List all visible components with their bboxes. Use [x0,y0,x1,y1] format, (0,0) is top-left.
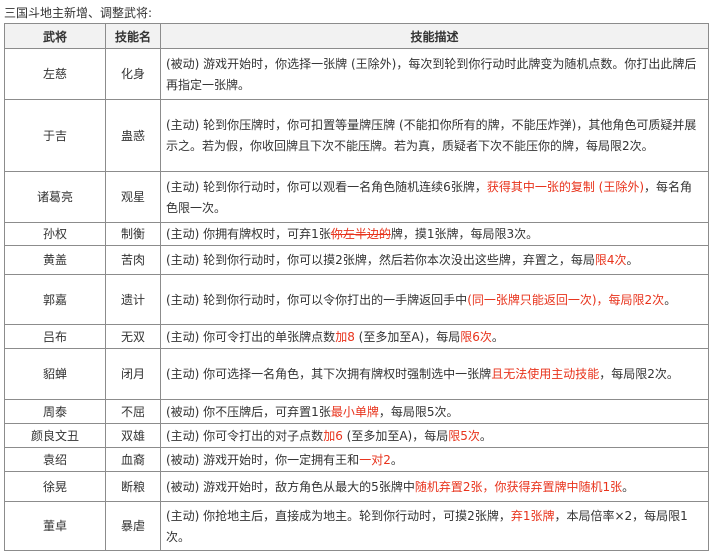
skill-description: (主动) 你可令打出的单张牌点数加8 (至多加至A)，每局限6次。 [160,324,709,349]
skill-description: (主动) 轮到你行动时，你可以观看一名角色随机连续6张牌，获得其中一张的复制 (… [160,171,709,223]
description-text: 。 [491,329,504,344]
skill-name: 化身 [105,48,161,100]
general-name: 董卓 [4,501,106,551]
skill-name: 无双 [105,324,161,349]
description-text: (被动) 你不压牌后，可弃置1张 [166,404,331,419]
general-name: 于吉 [4,99,106,172]
description-text: (主动) 你可令打出的单张牌点数 [166,329,336,344]
skill-description: (被动) 游戏开始时，敌方角色从最大的5张牌中随机弃置2张，你获得弃置牌中随机1… [160,471,709,502]
skill-description: (主动) 轮到你压牌时，你可扣置等量牌压牌 (不能扣你所有的牌，不能压炸弹)，其… [160,99,709,172]
table-header-row: 武将 技能名 技能描述 [4,23,709,49]
description-text: ，每局限2次。 [599,367,679,381]
description-text: 牌，摸1张牌，每局限3次。 [390,227,539,241]
highlighted-text: 获得其中一张的复制 (王除外) [486,179,645,194]
page-heading: 三国斗地主新增、调整武将: [4,6,153,20]
description-text: (主动) 你拥有牌权时，可弃1张 [166,227,331,241]
description-text: ，每局限5次。 [378,404,459,419]
table-row: 郭嘉 遗计 (主动) 轮到你行动时，你可以令你打出的一手牌返回手中(同一张牌只能返回… [4,274,709,325]
highlighted-text: (同一张牌只能返回一次)，每局限2次 [467,292,665,307]
description-text: (主动) 轮到你行动时，你可以摸2张牌，然后若你本次没出这些牌，弃置之，每局 [166,253,595,267]
general-name: 袁绍 [4,447,106,472]
column-header-description: 技能描述 [160,23,709,49]
general-name: 孙权 [4,222,106,246]
skill-description: (被动) 你不压牌后，可弃置1张最小单牌，每局限5次。 [160,399,709,424]
description-text: (主动) 轮到你行动时，你可以令你打出的一手牌返回手中 [166,292,468,307]
table-row: 左慈 化身 (被动) 游戏开始时，你选择一张牌 (王除外)，每次到轮到你行动时此牌变… [4,48,709,100]
skill-name: 闭月 [105,348,161,400]
description-text: 。 [479,428,492,443]
description-text: 。 [622,479,635,494]
highlighted-text: 你左半边的 [330,227,391,241]
skill-description: (主动) 你抢地主后，直接成为地主。轮到你行动时，可摸2张牌，弃1张牌，本局倍率… [160,501,709,551]
table-row: 徐晃 断粮 (被动) 游戏开始时，敌方角色从最大的5张牌中随机弃置2张，你获得弃置牌… [4,471,709,502]
skill-name: 暴虐 [105,501,161,551]
highlighted-text: 加6 [323,428,343,443]
highlighted-text: 限4次 [594,253,627,267]
description-text: (主动) 你抢地主后，直接成为地主。轮到你行动时，可摸2张牌， [166,508,511,523]
table-row: 周泰 不屈 (被动) 你不压牌后，可弃置1张最小单牌，每局限5次。 [4,399,709,424]
highlighted-text: 最小单牌 [330,404,379,419]
description-text: (主动) 轮到你压牌时，你可扣置等量牌压牌 (不能扣你所有的牌，不能压炸弹)，其… [166,118,697,153]
table-row: 于吉 蛊惑 (主动) 轮到你压牌时，你可扣置等量牌压牌 (不能扣你所有的牌，不能压炸… [4,99,709,172]
table-row: 董卓 暴虐 (主动) 你抢地主后，直接成为地主。轮到你行动时，可摸2张牌，弃1张牌，… [4,501,709,551]
generals-skill-table: 武将 技能名 技能描述 左慈 化身 (被动) 游戏开始时，你选择一张牌 (王除外)，… [4,23,709,551]
general-name: 周泰 [4,399,106,424]
column-header-skill: 技能名 [105,23,161,49]
skill-description: (主动) 轮到你行动时，你可以令你打出的一手牌返回手中(同一张牌只能返回一次)，… [160,274,709,325]
general-name: 左慈 [4,48,106,100]
description-text: (主动) 你可令打出的对子点数 [166,428,324,443]
general-name: 颜良文丑 [4,423,106,448]
skill-name: 血裔 [105,447,161,472]
highlighted-text: 且无法使用主动技能 [491,367,600,381]
table-row: 貂蝉 闭月 (主动) 你可选择一名角色，其下次拥有牌权时强制选中一张牌且无法使用主动… [4,348,709,400]
description-text: (至多加至A)，每局 [342,428,449,443]
skill-name: 不屈 [105,399,161,424]
skill-description: (被动) 游戏开始时，你一定拥有王和一对2。 [160,447,709,472]
highlighted-text: 加8 [335,329,355,344]
table-row: 诸葛亮 观星 (主动) 轮到你行动时，你可以观看一名角色随机连续6张牌，获得其中一张… [4,171,709,223]
skill-description: (主动) 你拥有牌权时，可弃1张你左半边的牌，摸1张牌，每局限3次。 [160,222,709,246]
general-name: 貂蝉 [4,348,106,400]
general-name: 黄盖 [4,245,106,275]
description-text: 。 [390,452,403,467]
skill-description: (主动) 你可令打出的对子点数加6 (至多加至A)，每局限5次。 [160,423,709,448]
skill-name: 观星 [105,171,161,223]
description-text: (至多加至A)，每局 [354,329,461,344]
skill-name: 蛊惑 [105,99,161,172]
skill-name: 苦肉 [105,245,161,275]
skill-name: 双雄 [105,423,161,448]
description-text: (主动) 你可选择一名角色，其下次拥有牌权时强制选中一张牌 [166,367,492,381]
description-text: (被动) 游戏开始时，你一定拥有王和 [166,452,360,467]
skill-description: (被动) 游戏开始时，你选择一张牌 (王除外)，每次到轮到你行动时此牌变为随机点… [160,48,709,100]
description-text: 。 [626,253,639,267]
highlighted-text: 随机弃置2张，你获得弃置牌中随机1张 [414,479,623,494]
general-name: 诸葛亮 [4,171,106,223]
table-row: 袁绍 血裔 (被动) 游戏开始时，你一定拥有王和一对2。 [4,447,709,472]
description-text: (主动) 轮到你行动时，你可以观看一名角色随机连续6张牌， [166,179,487,194]
table-row: 孙权 制衡 (主动) 你拥有牌权时，可弃1张你左半边的牌，摸1张牌，每局限3次。 [4,222,709,246]
highlighted-text: 弃1张牌 [510,508,555,523]
table-row: 颜良文丑 双雄 (主动) 你可令打出的对子点数加6 (至多加至A)，每局限5次。 [4,423,709,448]
skill-description: (主动) 轮到你行动时，你可以摸2张牌，然后若你本次没出这些牌，弃置之，每局限4… [160,245,709,275]
description-text: 。 [664,292,677,307]
table-row: 吕布 无双 (主动) 你可令打出的单张牌点数加8 (至多加至A)，每局限6次。 [4,324,709,349]
highlighted-text: 一对2 [359,452,391,467]
skill-description: (主动) 你可选择一名角色，其下次拥有牌权时强制选中一张牌且无法使用主动技能，每… [160,348,709,400]
highlighted-text: 限5次 [448,428,480,443]
description-text: (被动) 游戏开始时，敌方角色从最大的5张牌中 [166,479,415,494]
general-name: 郭嘉 [4,274,106,325]
skill-name: 制衡 [105,222,161,246]
general-name: 吕布 [4,324,106,349]
skill-name: 断粮 [105,471,161,502]
description-text: (被动) 游戏开始时，你选择一张牌 (王除外)，每次到轮到你行动时此牌变为随机点… [166,56,697,92]
skill-name: 遗计 [105,274,161,325]
column-header-general: 武将 [4,23,106,49]
highlighted-text: 限6次 [460,329,492,344]
table-row: 黄盖 苦肉 (主动) 轮到你行动时，你可以摸2张牌，然后若你本次没出这些牌，弃置之，… [4,245,709,275]
general-name: 徐晃 [4,471,106,502]
